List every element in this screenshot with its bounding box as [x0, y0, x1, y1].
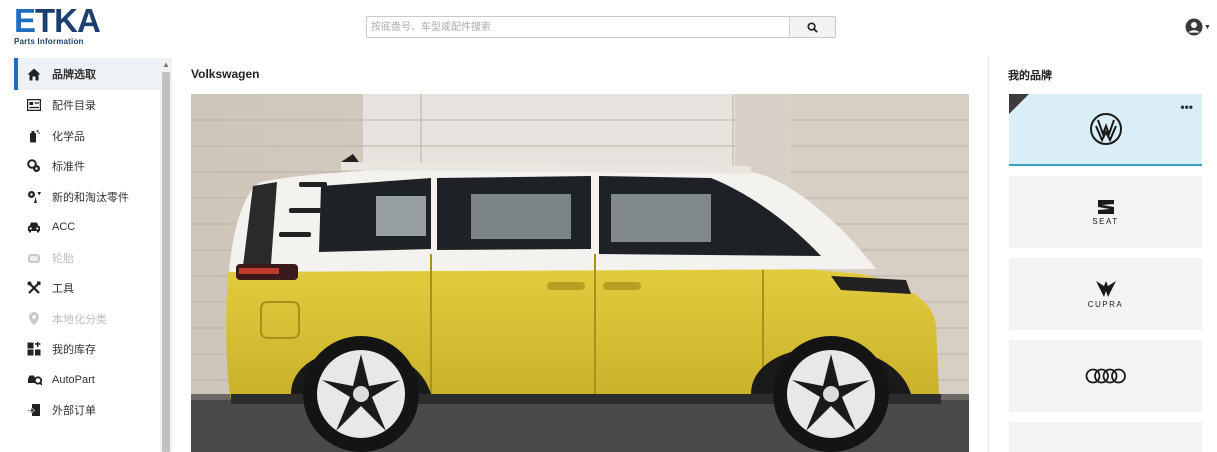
volkswagen-logo-icon: [1089, 113, 1122, 145]
sidebar-item-label: AutoPart: [52, 373, 95, 386]
audi-logo-icon: [1085, 368, 1126, 384]
search-bar: [366, 16, 836, 38]
sidebar-nav: 品牌选取 配件目录 化学品 标准件 新的和淘汰零件 ACC 轮胎 工具 本地化分…: [14, 58, 160, 452]
sidebar-item-label: 轮胎: [52, 252, 74, 265]
chemicals-icon: [26, 128, 42, 144]
sidebar: 品牌选取 配件目录 化学品 标准件 新的和淘汰零件 ACC 轮胎 工具 本地化分…: [14, 58, 172, 452]
home-icon: [26, 66, 42, 82]
sidebar-item-tools[interactable]: 工具: [14, 273, 160, 304]
sidebar-item-local-categories[interactable]: 本地化分类: [14, 304, 160, 335]
location-pin-icon: [26, 311, 42, 327]
brand-card-volkswagen[interactable]: •••: [1009, 94, 1202, 166]
logo-title: ETKA: [14, 2, 101, 39]
main-content: Volkswagen: [180, 58, 982, 452]
sidebar-item-new-obsolete-parts[interactable]: 新的和淘汰零件: [14, 182, 160, 213]
scrollbar-thumb[interactable]: [162, 72, 170, 452]
brand-card-audi[interactable]: [1009, 340, 1202, 412]
sidebar-item-label: ACC: [52, 221, 76, 234]
brand-card-seat[interactable]: SEAT: [1009, 176, 1202, 248]
sidebar-item-autopart[interactable]: AutoPart: [14, 365, 160, 396]
sidebar-item-label: 工具: [52, 283, 74, 296]
sidebar-item-tires[interactable]: 轮胎: [14, 243, 160, 274]
page-title: Volkswagen: [191, 67, 260, 81]
new-obsolete-parts-icon: [26, 189, 42, 205]
etka-logo[interactable]: ETKA Parts Information: [14, 2, 104, 46]
external-order-icon: [26, 402, 42, 418]
sidebar-item-label: 我的库存: [52, 344, 96, 357]
sidebar-item-label: 配件目录: [52, 100, 96, 113]
cupra-wordmark: CUPRA: [1087, 299, 1124, 309]
search-button[interactable]: [789, 17, 835, 37]
car-icon: [26, 219, 42, 235]
sidebar-item-label: 化学品: [52, 130, 85, 143]
panel-divider: [988, 56, 989, 452]
user-menu-button[interactable]: ▼: [1185, 14, 1211, 40]
sidebar-item-label: 标准件: [52, 161, 85, 174]
search-input[interactable]: [367, 17, 789, 37]
sidebar-item-label: 外部订单: [52, 405, 96, 418]
sidebar-item-my-inventory[interactable]: 我的库存: [14, 334, 160, 365]
search-icon: [807, 21, 818, 33]
sidebar-item-chemicals[interactable]: 化学品: [14, 121, 160, 152]
brand-card-cupra[interactable]: CUPRA: [1009, 258, 1202, 330]
user-avatar-icon: [1185, 18, 1203, 36]
brand-hero-image: [191, 94, 969, 452]
scroll-up-icon[interactable]: ▲: [160, 58, 172, 70]
sidebar-item-label: 本地化分类: [52, 313, 107, 326]
top-header: ETKA Parts Information ▼: [0, 0, 1217, 56]
sidebar-item-brand-selection[interactable]: 品牌选取: [14, 58, 160, 90]
tire-icon: [26, 250, 42, 266]
autopart-icon: [26, 372, 42, 388]
sidebar-item-standard-parts[interactable]: 标准件: [14, 151, 160, 182]
chevron-down-icon: ▼: [1204, 23, 1211, 31]
standard-parts-icon: [26, 158, 42, 174]
etka-app: ETKA Parts Information ▼: [0, 0, 1217, 452]
more-options-icon[interactable]: •••: [1180, 100, 1193, 114]
sidebar-scrollbar[interactable]: ▲: [160, 58, 172, 452]
seat-logo-icon: [1097, 199, 1114, 214]
catalog-icon: [26, 97, 42, 113]
sidebar-item-acc[interactable]: ACC: [14, 212, 160, 243]
inventory-icon: [26, 341, 42, 357]
tools-icon: [26, 280, 42, 296]
brand-card-partial[interactable]: [1009, 422, 1202, 452]
cupra-logo-icon: [1095, 280, 1116, 297]
sidebar-item-label: 新的和淘汰零件: [52, 191, 129, 204]
vehicle-photo-icon: [191, 94, 969, 452]
my-brands-title: 我的品牌: [1008, 70, 1052, 82]
my-brands-panel: 我的品牌 ••• SEAT CUPRA: [1000, 58, 1210, 452]
sidebar-item-parts-catalog[interactable]: 配件目录: [14, 90, 160, 121]
favorite-corner-icon: [1009, 94, 1029, 114]
sidebar-item-label: 品牌选取: [52, 69, 96, 81]
sidebar-item-external-orders[interactable]: 外部订单: [14, 395, 160, 426]
seat-wordmark: SEAT: [1092, 216, 1119, 226]
